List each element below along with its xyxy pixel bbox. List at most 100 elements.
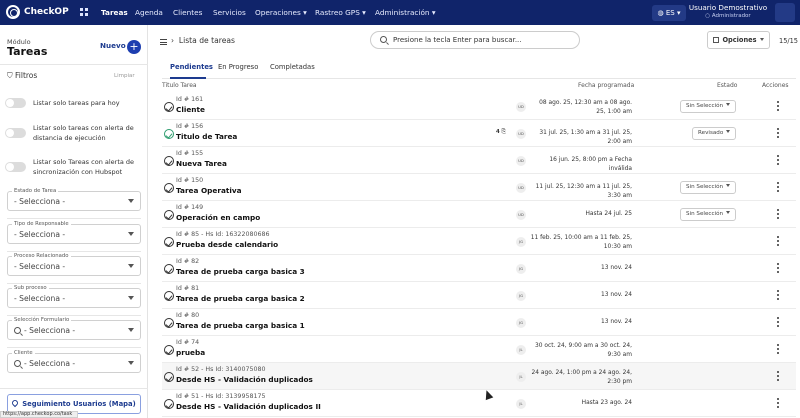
role-icon: ○ [705, 13, 711, 19]
user-info[interactable]: Usuario Demostrativo ○ Administrador [688, 3, 768, 19]
task-title[interactable]: Titulo de Tarea [176, 132, 237, 141]
proceso-relacionado-select[interactable]: Proceso Relacionado - Selecciona - [7, 253, 141, 276]
status-select[interactable]: Revisado [692, 127, 737, 140]
toggle-distance-alert[interactable] [5, 128, 26, 138]
formulario-select[interactable]: Selección Formulario - Selecciona - [7, 317, 141, 340]
field-label: Proceso Relacionado [12, 253, 71, 259]
task-title[interactable]: Tarea de prueba carga basica 1 [176, 321, 305, 330]
logo[interactable]: CheckOP [6, 5, 69, 19]
more-actions-icon[interactable] [776, 236, 780, 247]
task-title[interactable]: prueba [176, 348, 205, 357]
column-header-actions: Acciones [762, 82, 789, 89]
more-actions-icon[interactable] [776, 155, 780, 166]
more-actions-icon[interactable] [776, 344, 780, 355]
table-row[interactable]: Id # 52 - Hs Id: 3140075080 Desde HS - V… [162, 363, 796, 390]
check-circle-icon[interactable] [164, 372, 174, 382]
task-date: 11 feb. 25, 10:00 am a 11 feb. 25, 10:30… [530, 235, 632, 250]
chevron-down-icon [726, 103, 731, 106]
status-select[interactable]: Sin Selección [680, 181, 737, 194]
tipo-responsable-select[interactable]: Tipo de Responsable - Selecciona - [7, 221, 141, 244]
clear-filters-button[interactable]: Limpiar [114, 73, 135, 79]
avatar: UD [516, 183, 526, 193]
filters-heading: ⛉ Filtros [7, 71, 37, 81]
check-circle-icon[interactable] [164, 264, 174, 274]
task-title[interactable]: Desde HS - Validación duplicados [176, 375, 313, 384]
field-value: - Selecciona - [14, 230, 66, 239]
table-row[interactable]: Id # 156 Titulo de Tarea 4 ⎘ UD 31 jul. … [162, 120, 796, 147]
nav-clientes[interactable]: Clientes [173, 0, 202, 25]
table-row[interactable]: Id # 161 Cliente UD 08 ago. 25, 12:30 am… [162, 93, 796, 120]
search-input[interactable]: Presione la tecla Enter para buscar... [370, 31, 580, 49]
table-row[interactable]: Id # 74 prueba JL 30 oct. 24, 9:00 am a … [162, 336, 796, 363]
toggle-today[interactable] [5, 98, 26, 108]
more-actions-icon[interactable] [776, 263, 780, 274]
sub-proceso-select[interactable]: Sub proceso - Selecciona - [7, 285, 141, 308]
more-actions-icon[interactable] [776, 317, 780, 328]
table-row[interactable]: Id # 51 - Hs Id: 3139958175 Desde HS - V… [162, 390, 796, 417]
check-circle-icon[interactable] [164, 318, 174, 328]
more-actions-icon[interactable] [776, 128, 780, 139]
new-task-label[interactable]: Nuevo [100, 41, 126, 50]
check-circle-icon[interactable] [164, 399, 174, 409]
nav-rastreo-gps[interactable]: Rastreo GPS ▾ [315, 0, 366, 25]
task-id: Id # 156 [176, 123, 204, 130]
check-circle-icon[interactable] [164, 129, 174, 139]
tab-en-progreso[interactable]: En Progreso [218, 62, 258, 79]
language-selector[interactable]: ◍ ES ▾ [652, 5, 686, 21]
nav-tareas[interactable]: Tareas [101, 0, 128, 25]
tab-completadas[interactable]: Completadas [270, 62, 315, 79]
more-actions-icon[interactable] [776, 290, 780, 301]
more-actions-icon[interactable] [776, 398, 780, 409]
nav-administracion[interactable]: Administración ▾ [375, 0, 436, 25]
check-circle-icon[interactable] [164, 102, 174, 112]
check-circle-icon[interactable] [164, 156, 174, 166]
more-actions-icon[interactable] [776, 101, 780, 112]
task-date: 31 jul. 25, 1:30 am a 31 jul. 25, 2:00 a… [539, 130, 632, 145]
breadcrumb: › Lista de tareas [171, 36, 235, 45]
table-row[interactable]: Id # 155 Nueva Tarea UD 16 jun. 25, 8:00… [162, 147, 796, 174]
language-value: ES [665, 9, 675, 17]
table-row[interactable]: Id # 82 Tarea de prueba carga basica 3 J… [162, 255, 796, 282]
toggle-hubspot-alert[interactable] [5, 162, 26, 172]
sidebar: Módulo Tareas Nuevo + ⛉ Filtros Limpiar … [0, 25, 148, 418]
menu-icon[interactable] [160, 39, 167, 45]
user-avatar-button[interactable] [775, 3, 795, 22]
task-title[interactable]: Operación en campo [176, 213, 260, 222]
check-circle-icon[interactable] [164, 210, 174, 220]
estado-tarea-select[interactable]: Estado de Tarea - Selecciona - [7, 188, 141, 211]
task-title[interactable]: Desde HS - Validación duplicados II [176, 402, 321, 411]
more-actions-icon[interactable] [776, 209, 780, 220]
nav-agenda[interactable]: Agenda [135, 0, 163, 25]
task-title[interactable]: Nueva Tarea [176, 159, 227, 168]
cliente-select[interactable]: Cliente - Selecciona - [7, 350, 141, 373]
check-circle-icon[interactable] [164, 183, 174, 193]
check-circle-icon[interactable] [164, 237, 174, 247]
task-title[interactable]: Tarea Operativa [176, 186, 242, 195]
status-select[interactable]: Sin Selección [680, 208, 737, 221]
table-row[interactable]: Id # 80 Tarea de prueba carga basica 1 J… [162, 309, 796, 336]
more-actions-icon[interactable] [776, 371, 780, 382]
more-actions-icon[interactable] [776, 182, 780, 193]
table-row[interactable]: Id # 85 - Hs Id: 16322080686 Prueba desd… [162, 228, 796, 255]
task-title[interactable]: Prueba desde calendario [176, 240, 278, 249]
table-row[interactable]: Id # 149 Operación en campo UD Hasta 24 … [162, 201, 796, 228]
tab-pendientes[interactable]: Pendientes [170, 62, 213, 79]
add-task-button[interactable]: + [127, 40, 141, 54]
check-circle-icon[interactable] [164, 345, 174, 355]
nav-operaciones[interactable]: Operaciones ▾ [255, 0, 307, 25]
table-row[interactable]: Id # 81 Tarea de prueba carga basica 2 J… [162, 282, 796, 309]
divider [0, 388, 148, 389]
check-circle-icon[interactable] [164, 291, 174, 301]
toggle-hubspot-label: Listar solo Tareas con alerta de sincron… [33, 158, 135, 176]
task-title[interactable]: Cliente [176, 105, 205, 114]
status-select[interactable]: Sin Selección [680, 100, 737, 113]
table-row[interactable]: Id # 150 Tarea Operativa UD 11 jul. 25, … [162, 174, 796, 201]
options-label: Opciones [722, 36, 757, 44]
options-button[interactable]: Opciones [707, 31, 770, 49]
task-id: Id # 81 [176, 285, 200, 292]
nav-servicios[interactable]: Servicios [213, 0, 246, 25]
task-title[interactable]: Tarea de prueba carga basica 3 [176, 267, 305, 276]
apps-grid-icon[interactable] [80, 8, 88, 16]
task-id: Id # 74 [176, 339, 200, 346]
task-title[interactable]: Tarea de prueba carga basica 2 [176, 294, 305, 303]
